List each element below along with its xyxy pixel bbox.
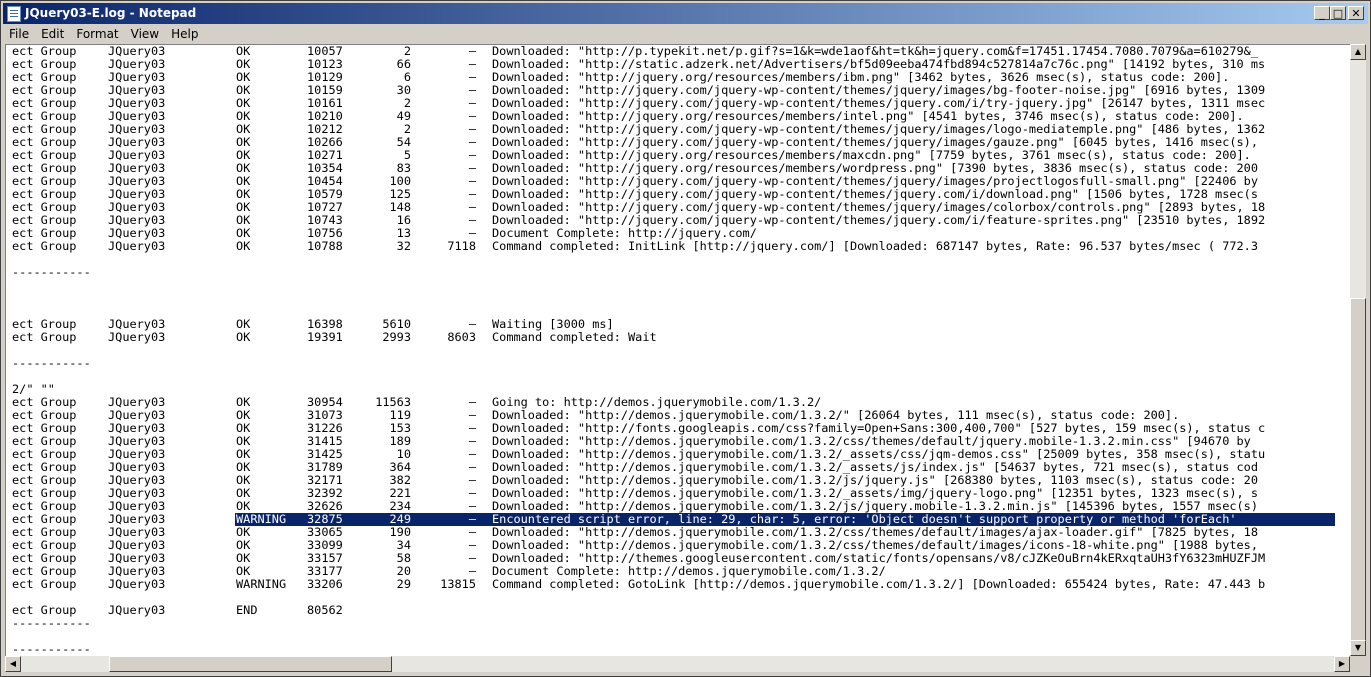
maximize-button[interactable]: □ (1330, 6, 1346, 20)
log-duration: 2993 (382, 330, 411, 344)
scroll-left-button[interactable]: ◀ (5, 656, 21, 672)
notepad-icon[interactable] (7, 6, 21, 22)
log-project: ect Group (12, 239, 77, 253)
log-script: JQuery03 (108, 239, 166, 253)
scroll-up-button[interactable]: ▲ (1350, 44, 1366, 60)
log-total: 7118 (447, 239, 476, 253)
log-message: Encountered script error, line: 29, char… (492, 512, 1237, 526)
menu-file[interactable]: File (3, 25, 35, 42)
log-message: Command completed: InitLink [http://jque… (492, 239, 1258, 253)
log-status: OK (236, 330, 251, 344)
menu-format[interactable]: Format (70, 25, 124, 42)
log-duration: 32 (396, 239, 411, 253)
log-time: 19391 (307, 330, 343, 344)
log-line-text: ----------- (12, 642, 91, 656)
log-time: 33206 (307, 577, 343, 591)
log-status: OK (236, 239, 251, 253)
menu-edit[interactable]: Edit (35, 25, 70, 42)
vertical-scrollbar[interactable]: ▲ ▼ (1350, 44, 1366, 656)
log-script: JQuery03 (108, 330, 166, 344)
close-button[interactable]: ✕ (1348, 6, 1364, 20)
log-project: ect Group (12, 512, 77, 526)
horizontal-scroll-thumb[interactable] (109, 656, 392, 672)
log-total: 8603 (447, 330, 476, 344)
log-duration: 29 (396, 577, 411, 591)
log-duration: 249 (389, 512, 411, 526)
log-status: END (236, 603, 258, 617)
text-editor[interactable]: ect Group JQuery03 OK 10057 2– Downloaded: "h… (5, 44, 1351, 658)
log-line-text: ----------- (12, 265, 91, 279)
scroll-down-button[interactable]: ▼ (1350, 640, 1366, 656)
title-bar[interactable]: JQuery03-E.log - Notepad _ □ ✕ (3, 3, 1368, 24)
scroll-right-button[interactable]: ▶ (1334, 656, 1350, 672)
menu-bar: File Edit Format View Help (3, 25, 1368, 43)
minimize-button[interactable]: _ (1314, 6, 1330, 20)
log-line-text: ----------- (12, 356, 91, 370)
log-project: ect Group (12, 577, 77, 591)
log-script: JQuery03 (108, 603, 166, 617)
log-time: 10788 (307, 239, 343, 253)
log-total: 13815 (440, 577, 476, 591)
log-project: ect Group (12, 330, 77, 344)
log-total: – (468, 512, 476, 526)
log-message: Command completed: Wait (492, 330, 657, 344)
vertical-scroll-thumb[interactable] (1350, 298, 1366, 644)
horizontal-scrollbar[interactable]: ◀ ▶ (5, 656, 1350, 672)
size-grip[interactable] (1350, 656, 1366, 672)
menu-view[interactable]: View (125, 25, 165, 42)
log-message: Command completed: GotoLink [http://demo… (492, 577, 1266, 591)
log-script: JQuery03 (108, 577, 166, 591)
notepad-window: JQuery03-E.log - Notepad _ □ ✕ File Edit F… (0, 0, 1371, 677)
log-line-text: ----------- (12, 616, 91, 630)
log-status: WARNING (236, 577, 287, 591)
menu-help[interactable]: Help (165, 25, 204, 42)
log-time: 80562 (307, 603, 343, 617)
window-title: JQuery03-E.log - Notepad (25, 6, 197, 20)
log-time: 32875 (307, 512, 343, 526)
log-status: WARNING (236, 512, 287, 526)
log-script: JQuery03 (108, 512, 166, 526)
